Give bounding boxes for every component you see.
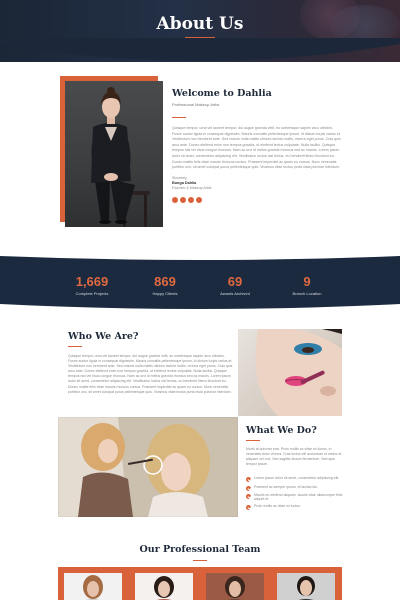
- list-item-text: Mauris eu eleifend aliquam, iaculis vita…: [254, 492, 343, 502]
- who-we-are-section: Who We Are? Quisque tempor, urna vel lao…: [68, 331, 233, 395]
- list-item-text: Proin mollis ac vitae mi luctus.: [254, 504, 301, 509]
- who-title: Who We Are?: [68, 331, 139, 342]
- makeup-closeup-image: [238, 329, 342, 416]
- list-item-text: Praesent ac semper ipsum, et lacinia dui…: [254, 484, 319, 489]
- stat-item: 9 Branch Location: [267, 274, 347, 296]
- whatdo-body: Morbi at pulvinar erat. Proin mollis ac …: [246, 447, 343, 467]
- stat-label: Happy Clients: [152, 291, 178, 296]
- stat-value: 1,669: [75, 274, 109, 289]
- stat-item: 869 Happy Clients: [125, 274, 205, 296]
- stat-item: 69 Awards Archived: [195, 274, 275, 296]
- team-title: Our Professional Team: [139, 544, 261, 555]
- what-we-do-section: What We Do? Morbi at pulvinar erat. Proi…: [246, 425, 346, 512]
- who-divider: [68, 346, 82, 347]
- instagram-icon[interactable]: [188, 196, 194, 203]
- whatdo-title: What We Do?: [246, 425, 317, 436]
- team-member-photo[interactable]: [64, 573, 122, 600]
- page-title: About Us: [156, 14, 244, 34]
- check-icon: [246, 485, 251, 491]
- stat-value: 9: [303, 274, 311, 289]
- team-member-photo[interactable]: [277, 573, 335, 600]
- welcome-title: Welcome to Dahlia: [172, 88, 272, 99]
- check-icon: [246, 477, 251, 483]
- stat-label: Awards Archived: [220, 291, 250, 296]
- check-icon: [246, 505, 251, 511]
- stat-label: Complete Projects: [75, 291, 109, 296]
- team-member-photo[interactable]: [206, 573, 264, 600]
- welcome-body: Quisque tempor, urna vel laoreet tempor,…: [172, 126, 341, 170]
- hero-curve: [0, 38, 400, 61]
- who-body: Quisque tempor, urna vel laoreet tempor,…: [68, 354, 233, 394]
- stat-item: 1,669 Complete Projects: [52, 274, 132, 296]
- team-member-photo[interactable]: [135, 573, 193, 600]
- list-item: Praesent ac semper ipsum, et lacinia dui…: [246, 485, 346, 491]
- stat-label: Branch Location: [292, 291, 322, 296]
- list-item-text: Lorem ipsum dolor sit amet, consectetur …: [254, 476, 340, 481]
- list-item: Proin mollis ac vitae mi luctus.: [246, 504, 346, 511]
- youtube-icon[interactable]: [196, 196, 202, 203]
- welcome-section: Welcome to Dahlia Professional Makeup Ar…: [172, 88, 342, 203]
- stat-value: 869: [154, 274, 176, 289]
- founder-portrait: [65, 81, 163, 227]
- salon-makeup-image: [58, 417, 238, 517]
- social-links: [172, 196, 342, 203]
- list-item: Lorem ipsum dolor sit amet, consectetur …: [246, 476, 346, 483]
- welcome-divider: [172, 117, 186, 118]
- team-divider: [193, 560, 207, 561]
- check-icon: [246, 493, 251, 499]
- whatdo-divider: [246, 440, 260, 441]
- welcome-subtitle: Professional Makeup Artist: [172, 102, 220, 107]
- twitter-icon[interactable]: [180, 196, 186, 203]
- facebook-icon[interactable]: [172, 196, 178, 203]
- stat-value: 69: [227, 274, 243, 289]
- list-item: Mauris eu eleifend aliquam, iaculis vita…: [246, 493, 346, 502]
- signature-role: Founder & Makeup Artist: [172, 185, 212, 190]
- service-checklist: Lorem ipsum dolor sit amet, consectetur …: [246, 476, 346, 511]
